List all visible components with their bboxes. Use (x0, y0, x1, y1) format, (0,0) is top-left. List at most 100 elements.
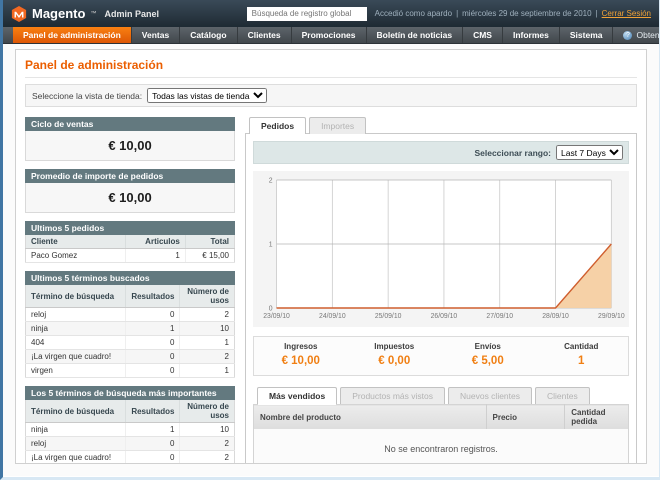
range-select[interactable]: Last 7 Days (556, 145, 623, 160)
svg-text:27/09/10: 27/09/10 (486, 313, 513, 320)
page-title: Panel de administración (25, 58, 637, 78)
lifetime-sales-block: Ciclo de ventas € 10,00 (25, 117, 235, 161)
column-header: Número de usos (180, 400, 235, 423)
tab-clientes[interactable]: Clientes (535, 387, 590, 404)
table-cell: 2 (180, 451, 235, 465)
orders-area-chart: 01223/09/1024/09/1025/09/1026/09/1027/09… (255, 174, 627, 326)
stat-ingresos: Ingresos€ 10,00 (254, 342, 348, 369)
column-header: Cantidad pedida (565, 405, 629, 430)
stat-value: € 0,00 (378, 355, 410, 367)
stat-value: € 5,00 (472, 355, 504, 367)
tab-importes[interactable]: Importes (309, 117, 366, 134)
svg-text:1: 1 (269, 241, 273, 248)
column-header: Término de búsqueda (26, 285, 126, 308)
nav-item-boletin-de-noticias[interactable]: Boletín de noticias (367, 27, 464, 43)
range-label: Seleccionar rango: (474, 148, 551, 158)
brand-subtitle: Admin Panel (104, 9, 159, 19)
brand-trademark: ™ (90, 11, 96, 17)
dashboard-card: Panel de administración Seleccione la vi… (15, 49, 647, 464)
table-cell: reloj (26, 308, 126, 322)
brand-name: Magento (32, 6, 85, 21)
table-row: virgen01 (26, 364, 235, 378)
table-row: ninja110 (26, 423, 235, 437)
table-row: ninja110 (26, 322, 235, 336)
tab-mas-vendidos[interactable]: Más vendidos (257, 387, 337, 404)
table-row: ¡La virgen que cuadro!02 (26, 451, 235, 465)
store-view-select[interactable]: Todas las vistas de tienda (147, 88, 267, 103)
table-cell: 2 (180, 350, 235, 364)
products-grid: Nombre del productoPrecioCantidad pedida… (253, 404, 629, 464)
table-cell: ¡La virgen que cuadro! (26, 350, 126, 364)
nav-item-clientes[interactable]: Clientes (238, 27, 292, 43)
table-cell: 1 (126, 322, 180, 336)
help-link[interactable]: ? Obtener ayuda para esta página (613, 27, 660, 43)
block-title: Ciclo de ventas (25, 117, 235, 131)
store-view-label: Seleccione la vista de tienda: (32, 91, 142, 101)
stat-envios: Envíos € 5,00 (441, 342, 535, 369)
tab-pedidos[interactable]: Pedidos (249, 117, 306, 134)
magento-logo: Magento ™ Admin Panel (11, 6, 159, 22)
block-title: Ultimos 5 pedidos (25, 221, 235, 235)
average-orders-block: Promedio de importe de pedidos € 10,00 (25, 169, 235, 213)
orders-chart-container: 01223/09/1024/09/1025/09/1026/09/1027/09… (253, 171, 629, 327)
chart-tabs: PedidosImportes (245, 117, 637, 134)
nav-item-promociones[interactable]: Promociones (292, 27, 367, 43)
svg-text:26/09/10: 26/09/10 (431, 313, 458, 320)
column-header: Nombre del producto (254, 405, 487, 430)
tab-productos-mas-vistos[interactable]: Productos más vistos (340, 387, 445, 404)
nav-items: Panel de administraciónVentasCatálogoCli… (13, 27, 613, 43)
help-label: Obtener ayuda para esta página (636, 30, 660, 40)
content-area: Panel de administración Seleccione la vi… (3, 44, 659, 476)
global-search-input[interactable] (247, 7, 367, 21)
table-cell: 404 (26, 336, 126, 350)
tab-nuevos-clientes[interactable]: Nuevos clientes (448, 387, 532, 404)
nav-item-cms[interactable]: CMS (463, 27, 503, 43)
svg-text:25/09/10: 25/09/10 (375, 313, 402, 320)
table-cell: 2 (180, 437, 235, 451)
svg-text:29/09/10: 29/09/10 (598, 313, 625, 320)
nav-item-informes[interactable]: Informes (503, 27, 560, 43)
table-row: reloj02 (26, 437, 235, 451)
svg-text:28/09/10: 28/09/10 (542, 313, 569, 320)
nav-item-sistema[interactable]: Sistema (560, 27, 614, 43)
table-cell: 0 (126, 451, 180, 465)
stat-label: Envíos (441, 342, 535, 351)
column-header: Número de usos (180, 285, 235, 308)
logout-link[interactable]: Cerrar Sesión (602, 9, 651, 18)
table-cell: 0 (126, 308, 180, 322)
dashboard-sidebar: Ciclo de ventas € 10,00 Promedio de impo… (25, 117, 235, 464)
table-cell: 1 (126, 423, 180, 437)
top-search-block: Los 5 términos de búsqueda más important… (25, 386, 235, 464)
nav-item-catalogo[interactable]: Catálogo (180, 27, 237, 43)
stat-label: Cantidad (535, 342, 629, 351)
report-tabs: Más vendidosProductos más vistosNuevos c… (253, 387, 629, 404)
column-header: Resultados (126, 285, 180, 308)
stat-impuestos: Impuestos € 0,00 (348, 342, 442, 369)
table-cell: 0 (126, 336, 180, 350)
table-cell: 2 (180, 308, 235, 322)
orders-tab-panel: Seleccionar rango: Last 7 Days 01223/09/… (245, 133, 637, 464)
column-header: Articulos (126, 235, 186, 249)
store-view-bar: Seleccione la vista de tienda: Todas las… (25, 84, 637, 107)
table-cell: 1 (180, 336, 235, 350)
logged-in-as: Accedió como apardo (375, 9, 452, 18)
table-cell: ninja (26, 322, 126, 336)
user-info: Accedió como apardo | miércoles 29 de se… (375, 9, 651, 18)
last-search-block: Ultimos 5 términos buscados Término de b… (25, 271, 235, 378)
table-row: ¡La virgen que cuadro!02 (26, 350, 235, 364)
svg-text:23/09/10: 23/09/10 (263, 313, 290, 320)
svg-text:2: 2 (269, 177, 273, 184)
lifetime-sales-value: € 10,00 (25, 131, 235, 161)
table-cell: 10 (180, 423, 235, 437)
magento-admin-window: Magento ™ Admin Panel Accedió como apardo… (0, 0, 660, 480)
average-orders-value: € 10,00 (25, 183, 235, 213)
top-header: Magento ™ Admin Panel Accedió como apardo… (3, 0, 659, 27)
nav-item-ventas[interactable]: Ventas (132, 27, 180, 43)
column-header: Total (185, 235, 234, 249)
stat-label: Ingresos (254, 342, 348, 351)
table-cell: 1 (126, 249, 186, 263)
nav-item-panel-de-administracion[interactable]: Panel de administración (13, 27, 132, 43)
empty-message: No se encontraron registros. (254, 429, 629, 464)
last-search-table: Término de búsquedaResultadosNúmero de u… (25, 285, 235, 378)
stat-label: Impuestos (348, 342, 442, 351)
